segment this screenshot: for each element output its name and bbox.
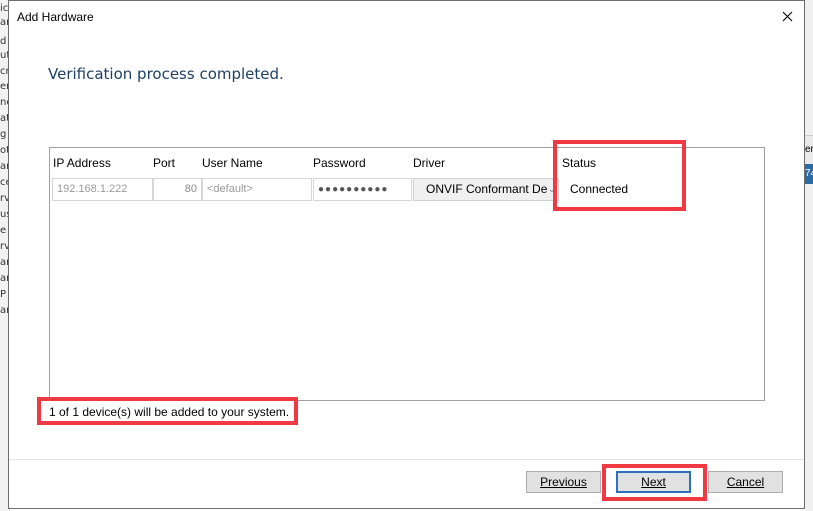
bg-selected-row: 74 [805,164,813,184]
driver-dropdown[interactable]: ONVIF Conformant De ⌄ [413,178,559,201]
close-icon [782,11,792,22]
bg-text: g [0,129,7,140]
column-header-user-name[interactable]: User Name [202,156,263,170]
column-header-ip-address[interactable]: IP Address [53,156,111,170]
bg-text: d [0,36,7,47]
driver-value: ONVIF Conformant De [426,182,548,196]
password-field[interactable]: ●●●●●●●●●● [313,178,412,201]
bg-text: 74 [805,168,813,179]
previous-button[interactable]: Previous [526,471,601,493]
ip-address-field[interactable]: 192.168.1.222 [52,178,153,201]
chevron-down-icon: ⌄ [547,184,556,195]
footer-divider [9,459,804,460]
cancel-button[interactable]: Cancel [708,471,783,493]
dialog-title: Add Hardware [17,10,94,24]
close-button[interactable] [770,1,804,32]
bg-column-header: er [805,135,813,165]
background-window-right: er 74 [805,0,813,511]
add-hardware-dialog: Add Hardware Verification process comple… [8,0,805,509]
status-value: Connected [570,182,629,196]
next-button[interactable]: Next [616,471,691,493]
hardware-grid: IP Address Port User Name Password Drive… [49,147,765,401]
title-bar[interactable]: Add Hardware [9,1,804,32]
column-header-password[interactable]: Password [313,156,366,170]
column-header-port[interactable]: Port [153,156,175,170]
port-field[interactable]: 80 [153,178,202,201]
column-header-status[interactable]: Status [562,156,596,170]
device-count-message: 1 of 1 device(s) will be added to your s… [49,405,290,419]
page-heading: Verification process completed. [48,65,284,83]
user-name-field[interactable]: <default> [202,178,312,201]
bg-text: e [0,225,7,236]
column-header-driver[interactable]: Driver [413,156,445,170]
bg-text: P [0,289,7,300]
